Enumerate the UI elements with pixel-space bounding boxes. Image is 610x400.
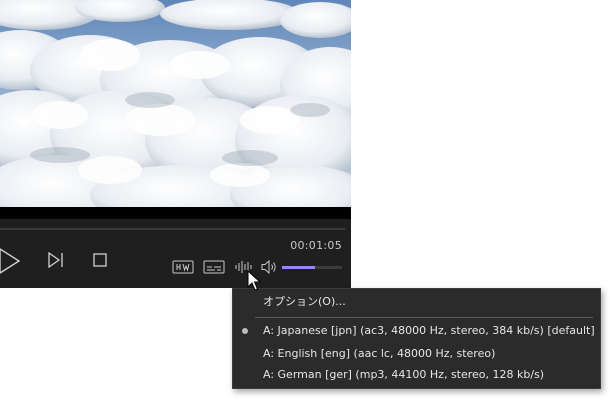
menu-item-options-label: オプション(O)... xyxy=(263,295,346,308)
stop-icon xyxy=(93,253,107,267)
audio-track-menu: オプション(O)... A: Japanese [jpn] (ac3, 4800… xyxy=(232,288,601,389)
video-frame[interactable] xyxy=(0,0,351,207)
volume-button[interactable] xyxy=(260,259,278,275)
control-bar: 00:01:05 xyxy=(0,219,351,288)
menu-item-audio-track-japanese[interactable]: A: Japanese [jpn] (ac3, 48000 Hz, stereo… xyxy=(233,321,600,341)
play-icon xyxy=(0,248,21,274)
hw-decoding-button[interactable] xyxy=(172,259,194,275)
play-button[interactable] xyxy=(0,246,22,276)
volume-slider-fill xyxy=(282,266,315,269)
menu-item-label: A: German [ger] (mp3, 44100 Hz, stereo, … xyxy=(263,368,545,381)
menu-item-options[interactable]: オプション(O)... xyxy=(233,292,600,312)
selected-bullet-icon xyxy=(242,328,248,334)
volume-slider[interactable] xyxy=(282,266,342,269)
menu-item-label: A: English [eng] (aac lc, 48000 Hz, ster… xyxy=(263,347,496,360)
seek-bar[interactable] xyxy=(0,228,345,230)
media-player-window: 00:01:05 xyxy=(0,0,351,288)
screen: 00:01:05 オプション(O)... A: Japanese [jpn] (… xyxy=(0,0,610,400)
subtitles-icon xyxy=(203,260,225,274)
subtitles-button[interactable] xyxy=(203,259,225,275)
skip-next-button[interactable] xyxy=(46,251,66,269)
menu-separator xyxy=(255,317,593,318)
skip-next-icon xyxy=(48,251,63,269)
timecode: 00:01:05 xyxy=(290,239,342,252)
menu-item-audio-track-english[interactable]: A: English [eng] (aac lc, 48000 Hz, ster… xyxy=(233,344,600,364)
mouse-pointer-icon xyxy=(247,269,262,292)
menu-item-audio-track-german[interactable]: A: German [ger] (mp3, 44100 Hz, stereo, … xyxy=(233,365,600,385)
stop-button[interactable] xyxy=(93,252,107,267)
menu-item-label: A: Japanese [jpn] (ac3, 48000 Hz, stereo… xyxy=(263,324,595,337)
video-letterbox xyxy=(0,207,351,219)
video-frame-clouds xyxy=(0,0,351,207)
hw-decoding-icon xyxy=(172,260,194,274)
speaker-icon xyxy=(261,259,276,275)
